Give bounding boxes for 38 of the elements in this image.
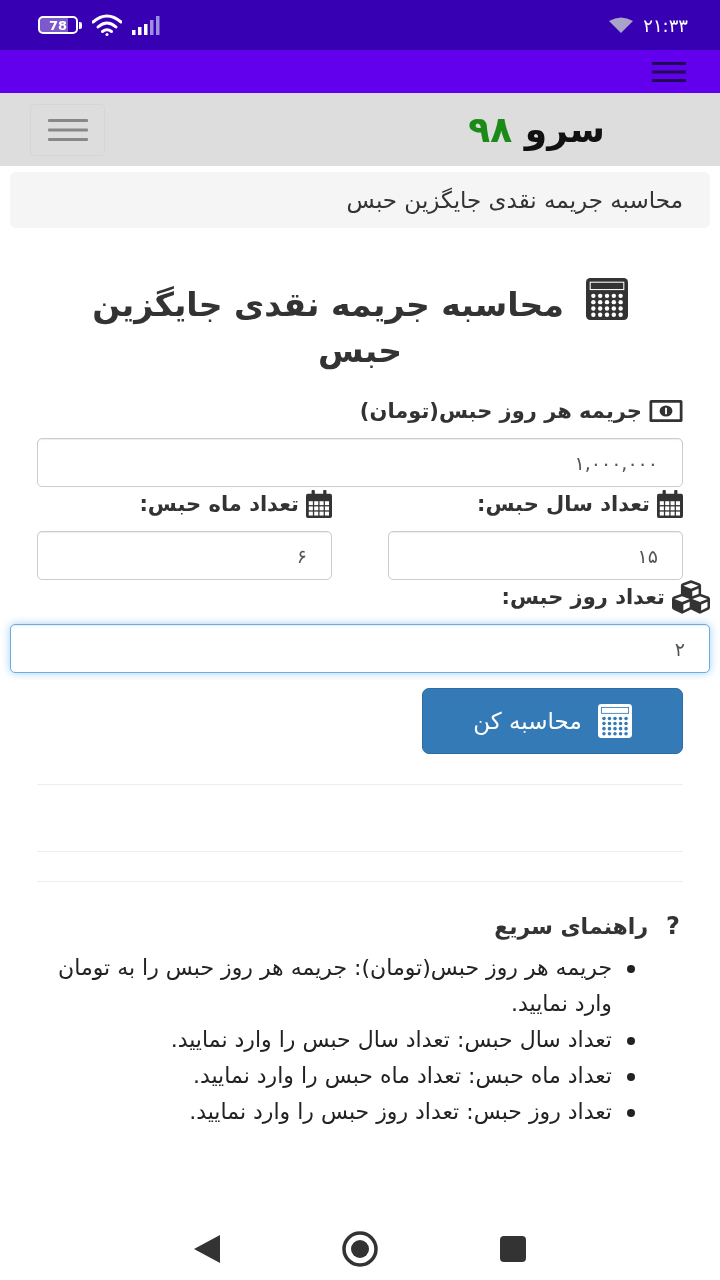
wifi-icon bbox=[609, 17, 634, 33]
field-label: تعداد روز حبس: bbox=[501, 585, 665, 609]
field-label: تعداد ماه حبس: bbox=[139, 492, 299, 516]
calculate-button[interactable]: محاسبه کن bbox=[422, 688, 683, 754]
status-time: ۲۱:۳۳ bbox=[643, 14, 688, 36]
field-label: جریمه هر روز حبس(تومان) bbox=[359, 399, 642, 423]
menu-button[interactable] bbox=[30, 103, 105, 156]
bullet-icon bbox=[627, 1073, 635, 1081]
field-label: تعداد سال حبس: bbox=[477, 492, 650, 516]
bullet-icon bbox=[627, 965, 635, 973]
help-list-item: جریمه هر روز حبس(تومان): جریمه هر روز حبس را به تومان وارد نمایید. bbox=[57, 954, 612, 1018]
help-icon: ? bbox=[666, 912, 680, 940]
page-title: محاسبه جریمه نقدی جایگزین حبس bbox=[92, 285, 564, 370]
menu-icon bbox=[47, 118, 88, 141]
calculator-icon bbox=[597, 704, 632, 738]
breadcrumb-text: محاسبه جریمه نقدی جایگزین حبس bbox=[346, 187, 683, 213]
input-field[interactable]: ۲ bbox=[10, 624, 710, 673]
signal-icon bbox=[132, 15, 162, 35]
back-icon[interactable] bbox=[194, 1235, 220, 1263]
bullet-icon bbox=[627, 1037, 635, 1045]
overview-icon[interactable] bbox=[500, 1236, 526, 1262]
help-title: راهنمای سریع bbox=[494, 913, 649, 939]
calculator-icon bbox=[585, 278, 628, 320]
calendar-icon bbox=[306, 490, 332, 518]
wifi-icon bbox=[92, 14, 122, 36]
input-field[interactable]: ۶ bbox=[37, 531, 332, 580]
calendar-icon bbox=[657, 490, 683, 518]
home-icon[interactable] bbox=[342, 1231, 378, 1267]
banknote-icon bbox=[649, 400, 683, 422]
cubes-icon bbox=[672, 578, 710, 616]
bullet-icon bbox=[627, 1109, 635, 1117]
input-field[interactable]: ۱۵ bbox=[388, 531, 683, 580]
help-list-item: تعداد ماه حبس: تعداد ماه حبس را وارد نمایید. bbox=[192, 1062, 612, 1090]
input-field[interactable]: ۱,۰۰۰,۰۰۰ bbox=[37, 438, 683, 487]
menu-icon[interactable] bbox=[652, 60, 686, 83]
help-list-item: تعداد روز حبس: تعداد روز حبس را وارد نمایید. bbox=[189, 1098, 612, 1126]
help-list-item: تعداد سال حبس: تعداد سال حبس را وارد نمایید. bbox=[170, 1026, 612, 1054]
battery-indicator: 78 bbox=[38, 16, 82, 34]
